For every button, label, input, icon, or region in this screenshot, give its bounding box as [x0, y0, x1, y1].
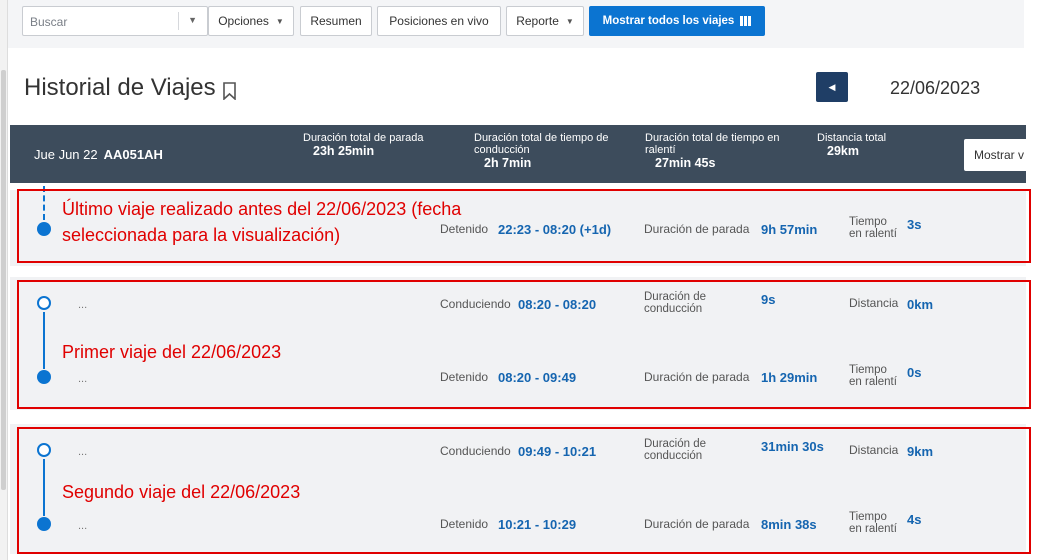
total-distance-value: 29km	[827, 144, 859, 158]
summary-label: Resumen	[310, 14, 362, 28]
vehicle-info: Jue Jun 22 AA051AH	[34, 147, 163, 162]
summary-date: Jue Jun 22	[34, 147, 98, 162]
total-idle-value: 27min 45s	[655, 156, 716, 170]
report-button[interactable]: Reporte ▼	[506, 6, 584, 36]
page-title-text: Historial de Viajes	[24, 74, 216, 101]
live-positions-button[interactable]: Posiciones en vivo	[377, 6, 501, 36]
total-stop-stat: Duración total de parada 23h 25min	[303, 132, 423, 157]
previous-date-button[interactable]: ◀	[816, 72, 848, 102]
scrollbar-thumb[interactable]	[1, 70, 6, 490]
caret-down-icon[interactable]: ▼	[188, 15, 197, 25]
total-idle-label-1: Duración total de tiempo en	[645, 132, 780, 144]
annotation-first-trip: Primer viaje del 22/06/2023	[62, 342, 282, 362]
total-stop-label: Duración total de parada	[303, 132, 424, 144]
annotation-last-trip-line-1: Último viaje realizado antes del 22/06/2…	[62, 199, 462, 219]
vehicle-plate: AA051AH	[103, 147, 163, 162]
page: Buscar ▼ Opciones ▼ Resumen Posiciones en…	[0, 0, 1037, 560]
summary-band: Jue Jun 22 AA051AH Duración total de para…	[10, 125, 1036, 183]
annotation-last-trip-line-2: seleccionada para la visualización)	[62, 225, 341, 245]
options-label: Opciones	[218, 14, 269, 28]
total-drive-value: 2h 7min	[484, 156, 532, 170]
map-icon	[740, 16, 752, 26]
search-select[interactable]: Buscar ▼	[22, 6, 208, 36]
total-drive-label-2: conducción	[474, 144, 530, 156]
show-all-trips-label: Mostrar todos los viajes	[602, 15, 735, 27]
annotation-second-trip: Segundo viaje del 22/06/2023	[62, 482, 301, 502]
options-button[interactable]: Opciones ▼	[208, 6, 294, 36]
search-placeholder: Buscar	[30, 15, 68, 29]
show-all-trips-button[interactable]: Mostrar todos los viajes	[589, 6, 765, 36]
total-drive-label-1: Duración total de tiempo de	[474, 132, 609, 144]
caret-down-icon: ▼	[565, 16, 574, 26]
bookmark-icon[interactable]	[222, 79, 237, 101]
total-drive-stat: Duración total de tiempo de conducción 2…	[474, 132, 609, 169]
show-more-button[interactable]: Mostrar v	[964, 139, 1036, 171]
total-distance-label: Distancia total	[817, 132, 887, 144]
caret-down-icon: ▼	[275, 16, 284, 26]
summary-button[interactable]: Resumen	[300, 6, 372, 36]
total-stop-value: 23h 25min	[313, 144, 375, 158]
divider	[178, 12, 179, 30]
page-title: Historial de Viajes	[24, 74, 237, 102]
selected-date: 22/06/2023	[890, 78, 981, 98]
total-idle-stat: Duración total de tiempo en ralentí 27mi…	[645, 132, 780, 169]
total-distance-stat: Distancia total 29km	[817, 132, 886, 157]
toolbar: Buscar ▼ Opciones ▼ Resumen Posiciones en…	[8, 0, 1024, 48]
total-idle-label-2: ralentí	[645, 144, 676, 156]
left-scrollbar[interactable]	[0, 0, 8, 560]
chevron-left-icon: ◀	[828, 81, 836, 92]
report-label: Reporte	[516, 14, 559, 28]
live-positions-label: Posiciones en vivo	[389, 14, 489, 28]
annotation-last-trip: Último viaje realizado antes del 22/06/2…	[62, 196, 461, 248]
